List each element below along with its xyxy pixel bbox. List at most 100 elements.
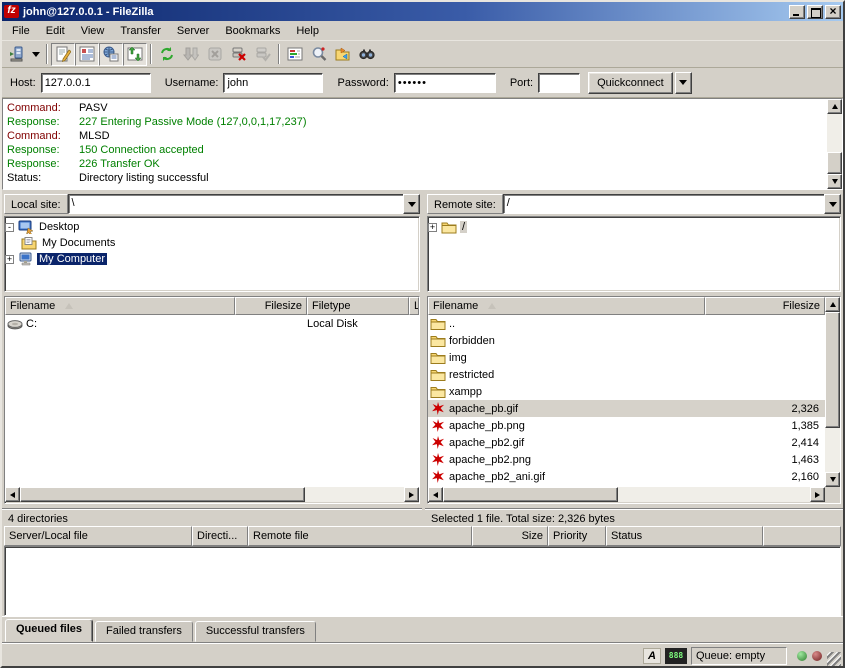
scrollbar-thumb[interactable] (443, 487, 618, 502)
scrollbar-thumb[interactable] (20, 487, 305, 502)
directory-comparison-icon[interactable] (355, 43, 379, 66)
scroll-left-icon[interactable] (428, 487, 443, 502)
process-queue-icon[interactable] (179, 43, 203, 66)
remote-list-header: Filename Filesize (428, 297, 825, 315)
tab-successful-transfers[interactable]: Successful transfers (195, 621, 316, 642)
column-filename[interactable]: Filename (5, 297, 235, 315)
file-row[interactable]: xampp (428, 383, 825, 400)
chevron-down-icon[interactable] (403, 194, 420, 214)
chevron-down-icon[interactable] (824, 194, 841, 214)
tree-item-my-documents[interactable]: My Documents (21, 235, 419, 251)
scroll-right-icon[interactable] (810, 487, 825, 502)
column-last-modified[interactable]: L (409, 297, 419, 315)
reconnect-icon[interactable] (251, 43, 275, 66)
remote-site-bar: Remote site: / (425, 192, 843, 216)
menu-server[interactable]: Server (169, 22, 217, 40)
file-row[interactable]: apache_pb2_ani.gif2,160 (428, 468, 825, 485)
column-server-local-file[interactable]: Server/Local file (4, 526, 192, 546)
remote-site-combo[interactable]: / (503, 194, 841, 214)
directory-filter-icon[interactable] (283, 43, 307, 66)
file-row[interactable]: .. (428, 315, 825, 332)
toggle-remote-tree-icon[interactable] (99, 43, 123, 66)
speed-limit-icon[interactable]: 888 (665, 648, 687, 664)
remote-vertical-scrollbar[interactable] (825, 297, 840, 487)
local-site-combo[interactable]: \ (68, 194, 420, 214)
queue-body[interactable] (4, 546, 841, 616)
column-status[interactable]: Status (606, 526, 763, 546)
scroll-up-icon[interactable] (825, 297, 840, 312)
tree-item-root[interactable]: / (428, 219, 840, 235)
username-input[interactable] (223, 73, 323, 93)
local-list-body: C: Local Disk (5, 315, 419, 487)
minimize-button[interactable] (789, 5, 805, 19)
menu-bookmarks[interactable]: Bookmarks (217, 22, 288, 40)
toggle-message-log-icon[interactable] (51, 43, 75, 66)
menu-file[interactable]: File (4, 22, 38, 40)
column-direction[interactable]: Directi... (192, 526, 248, 546)
file-row-selected[interactable]: apache_pb.gif2,326 (428, 400, 825, 417)
file-row[interactable]: restricted (428, 366, 825, 383)
synchronized-browsing-icon[interactable] (331, 43, 355, 66)
quickconnect-button[interactable]: Quickconnect (588, 72, 673, 94)
cancel-operation-icon[interactable] (203, 43, 227, 66)
menu-edit[interactable]: Edit (38, 22, 73, 40)
column-filename[interactable]: Filename (428, 297, 705, 315)
port-input[interactable] (538, 73, 580, 93)
remote-horizontal-scrollbar[interactable] (428, 487, 840, 503)
password-input[interactable] (394, 73, 496, 93)
disconnect-icon[interactable] (227, 43, 251, 66)
sort-ascending-icon (488, 303, 496, 309)
file-row[interactable]: img (428, 349, 825, 366)
close-button[interactable] (825, 5, 841, 19)
local-horizontal-scrollbar[interactable] (5, 487, 419, 503)
column-priority[interactable]: Priority (548, 526, 606, 546)
quickconnect-dropdown-icon[interactable] (675, 72, 692, 94)
log-row: Command:PASV (7, 101, 827, 115)
collapse-icon[interactable] (5, 223, 14, 232)
filezilla-window: john@127.0.0.1 - FileZilla File Edit Vie… (0, 0, 845, 668)
file-row[interactable]: apache_pb2.gif2,414 (428, 434, 825, 451)
host-label: Host: (10, 77, 36, 89)
log-scrollbar[interactable] (827, 99, 842, 189)
resize-grip[interactable] (827, 652, 841, 666)
tree-item-desktop[interactable]: Desktop (5, 219, 419, 235)
refresh-icon[interactable] (155, 43, 179, 66)
column-size[interactable]: Size (472, 526, 548, 546)
toggle-transfer-queue-icon[interactable] (123, 43, 147, 66)
transfer-type-icon: A (643, 648, 661, 664)
scrollbar-thumb[interactable] (827, 152, 842, 174)
remote-site-value[interactable]: / (503, 194, 824, 214)
menu-help[interactable]: Help (288, 22, 327, 40)
site-manager-dropdown-icon[interactable] (29, 43, 43, 66)
site-manager-icon[interactable] (5, 43, 29, 66)
tab-failed-transfers[interactable]: Failed transfers (95, 621, 193, 642)
scrollbar-thumb[interactable] (825, 312, 840, 428)
toggle-local-tree-icon[interactable] (75, 43, 99, 66)
column-remote-file[interactable]: Remote file (248, 526, 472, 546)
maximize-button[interactable] (807, 5, 823, 19)
scroll-down-icon[interactable] (825, 472, 840, 487)
file-row[interactable]: forbidden (428, 332, 825, 349)
host-input[interactable] (41, 73, 151, 93)
tab-queued-files[interactable]: Queued files (5, 619, 93, 642)
scroll-right-icon[interactable] (404, 487, 419, 502)
menu-transfer[interactable]: Transfer (112, 22, 169, 40)
column-filesize[interactable]: Filesize (235, 297, 307, 315)
menu-view[interactable]: View (73, 22, 113, 40)
scroll-up-icon[interactable] (827, 99, 842, 114)
scroll-left-icon[interactable] (5, 487, 20, 502)
column-filesize[interactable]: Filesize (705, 297, 825, 315)
file-search-icon[interactable] (307, 43, 331, 66)
column-filetype[interactable]: Filetype (307, 297, 409, 315)
file-row[interactable]: apache_pb2.png1,463 (428, 451, 825, 468)
log-row: Response:227 Entering Passive Mode (127,… (7, 115, 827, 129)
tree-item-my-computer[interactable]: My Computer (5, 251, 419, 267)
browser-panes: Local site: \ Desktop My Documents (2, 192, 843, 526)
file-row[interactable]: apache_pb.png1,385 (428, 417, 825, 434)
desktop-icon (18, 220, 34, 234)
local-site-value[interactable]: \ (68, 194, 403, 214)
scroll-down-icon[interactable] (827, 174, 842, 189)
file-row-c-drive[interactable]: C: Local Disk (5, 315, 419, 332)
expand-icon[interactable] (428, 223, 437, 232)
expand-icon[interactable] (5, 255, 14, 264)
